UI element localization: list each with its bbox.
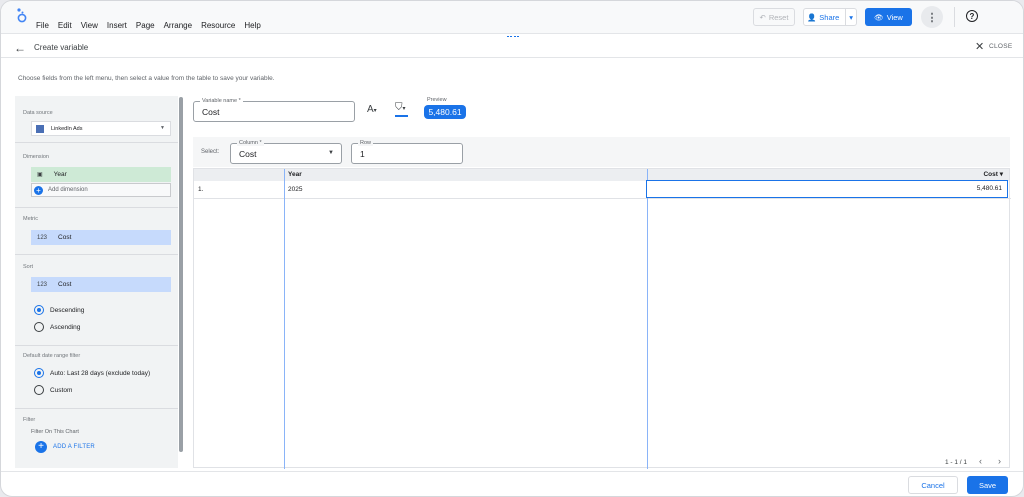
sort-ascending-label: Ascending: [50, 324, 81, 331]
chevron-down-icon: ▼: [160, 125, 165, 131]
more-options-icon[interactable]: ⋮: [921, 6, 943, 28]
table-cell-year[interactable]: 2025: [288, 181, 302, 198]
next-page-icon[interactable]: ›: [998, 456, 1001, 466]
column-select[interactable]: Column * Cost ▼: [230, 140, 342, 164]
add-person-icon: 👤: [806, 12, 817, 22]
eye-icon: 👁: [874, 12, 884, 22]
table-cell-cost-selected[interactable]: 5,480.61: [646, 180, 1008, 198]
sort-descending-label: Descending: [50, 307, 85, 314]
calendar-icon: ▣: [37, 172, 43, 178]
row-index: 1.: [198, 186, 204, 193]
menu-resource[interactable]: Resource: [201, 21, 235, 30]
menu-bar: File Edit View Insert Page Arrange Resou…: [36, 21, 270, 30]
share-button[interactable]: 👤 Share ▾: [803, 8, 857, 26]
menu-insert[interactable]: Insert: [107, 21, 127, 30]
add-filter-plus-icon[interactable]: +: [35, 441, 47, 453]
date-range-label: Default date range filter: [23, 353, 81, 359]
cancel-button[interactable]: Cancel: [908, 476, 958, 494]
add-dimension-button[interactable]: + Add dimension: [31, 183, 171, 197]
text-color-button[interactable]: A▾: [367, 104, 377, 115]
preview-label: Preview: [427, 97, 447, 103]
close-icon[interactable]: ✕: [975, 40, 984, 53]
row-input[interactable]: Row 1: [351, 140, 463, 164]
number-type-icon: 123: [37, 234, 48, 241]
dimension-label: Dimension: [23, 154, 49, 160]
instructions-text: Choose fields from the left menu, then s…: [18, 75, 275, 82]
paint-bucket-icon: ⛉: [395, 102, 403, 113]
number-type-icon: 123: [37, 281, 48, 288]
data-source-label: Data source: [23, 110, 53, 116]
close-button[interactable]: CLOSE: [989, 43, 1013, 50]
prev-page-icon[interactable]: ‹: [979, 456, 982, 466]
view-button[interactable]: 👁 View: [865, 8, 912, 26]
help-icon[interactable]: ?: [966, 10, 978, 22]
date-custom-label: Custom: [50, 387, 73, 394]
pagination-label: 1 - 1 / 1: [945, 459, 968, 466]
save-button[interactable]: Save: [967, 476, 1008, 494]
menu-edit[interactable]: Edit: [58, 21, 72, 30]
sort-chip-cost[interactable]: 123 Cost: [31, 277, 171, 292]
filter-label: Filter: [23, 417, 36, 423]
sort-descending-radio[interactable]: [34, 305, 44, 315]
add-filter-button[interactable]: ADD A FILTER: [53, 444, 95, 450]
fill-color-button[interactable]: ⛉▾: [395, 102, 408, 117]
menu-arrange[interactable]: Arrange: [164, 21, 192, 30]
menu-view[interactable]: View: [81, 21, 98, 30]
metric-label: Metric: [23, 216, 38, 222]
data-source-select[interactable]: LinkedIn Ads ▼: [31, 121, 171, 136]
select-label: Select:: [201, 149, 220, 155]
sort-label: Sort: [23, 264, 34, 270]
undo-icon: ↶: [759, 12, 766, 22]
chevron-down-icon: ▾: [402, 106, 406, 112]
looker-studio-logo-icon: [17, 8, 27, 23]
menu-page[interactable]: Page: [136, 21, 155, 30]
menu-help[interactable]: Help: [244, 21, 260, 30]
date-custom-radio[interactable]: [34, 385, 44, 395]
filter-on-chart-label: Filter On This Chart: [31, 429, 79, 435]
variable-name-value: Cost: [202, 107, 220, 117]
column-header-year[interactable]: Year: [284, 169, 647, 181]
sort-ascending-radio[interactable]: [34, 322, 44, 332]
chevron-down-icon: ▾: [373, 108, 377, 114]
reset-button[interactable]: ↶ Reset: [753, 8, 795, 26]
menu-file[interactable]: File: [36, 21, 49, 30]
date-auto-radio[interactable]: [34, 368, 44, 378]
left-panel-scrollbar[interactable]: [179, 97, 183, 452]
app-window: File Edit View Insert Page Arrange Resou…: [0, 0, 1024, 497]
back-arrow-icon[interactable]: ←: [14, 41, 26, 55]
page-title: Create variable: [34, 43, 89, 52]
plus-icon: +: [34, 185, 43, 195]
dimension-chip-year[interactable]: ▣ Year: [31, 167, 171, 182]
chevron-down-icon: ▼: [328, 150, 334, 156]
preview-value: 5,480.61: [424, 105, 466, 119]
metric-chip-cost[interactable]: 123 Cost: [31, 230, 171, 245]
top-bar: File Edit View Insert Page Arrange Resou…: [1, 1, 1023, 34]
linkedin-icon: [36, 124, 44, 133]
variable-name-field[interactable]: Variable name * Cost: [193, 98, 355, 122]
date-auto-label: Auto: Last 28 days (exclude today): [50, 370, 151, 377]
data-table: Year Cost ▾ 1. 2025: [193, 168, 1011, 469]
chevron-down-icon[interactable]: ▾: [849, 13, 853, 22]
